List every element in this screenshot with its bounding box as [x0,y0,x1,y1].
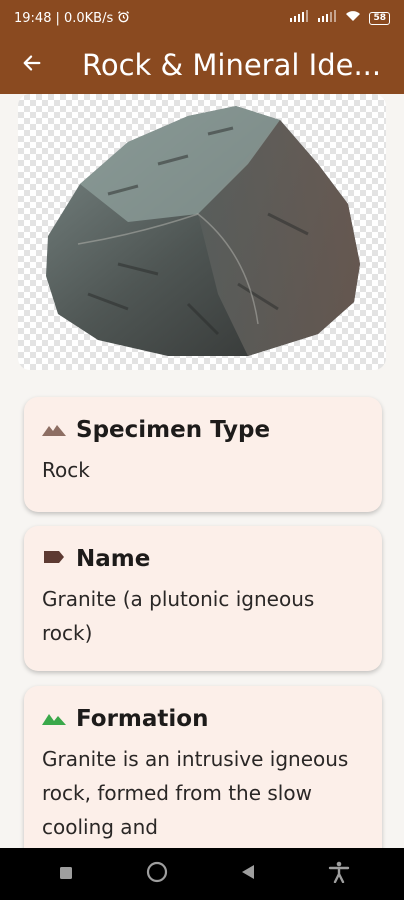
content-scroll[interactable]: Specimen Type Rock Name Granite (a pluto… [0,94,404,848]
signal-icon-2 [317,10,337,26]
battery-icon: 58 [369,11,390,25]
network-speed: | 0.0KB/s [55,10,114,26]
card-title: Name [76,546,151,572]
home-button[interactable] [137,854,177,894]
card-value: Granite (a plutonic igneous rock) [42,587,315,645]
card-specimen-type: Specimen Type Rock [24,397,382,512]
card-header: Specimen Type [42,417,364,443]
status-bar: 19:48 | 0.0KB/s 58 [0,0,404,36]
alarm-icon [117,10,130,27]
card-header: Name [42,546,364,572]
app-title: Rock & Mineral Ide... [82,48,382,82]
card-header: Formation [42,706,364,732]
terrain-icon [42,710,66,729]
card-title: Formation [76,706,209,732]
card-title: Specimen Type [76,417,271,443]
square-icon [59,865,73,884]
accessibility-button[interactable] [319,854,359,894]
status-left: 19:48 | 0.0KB/s [14,10,130,27]
recents-button[interactable] [46,854,86,894]
accessibility-icon [328,861,350,887]
card-formation: Formation Granite is an intrusive igneou… [24,686,382,848]
status-time: 19:48 [14,10,52,26]
status-right: 58 [289,10,390,26]
system-nav-bar [0,848,404,900]
back-button[interactable] [0,36,64,94]
app-bar: Rock & Mineral Ide... [0,36,404,94]
circle-icon [146,861,168,887]
card-value: Rock [42,458,90,482]
rock-image [46,106,360,356]
wifi-icon [345,10,361,26]
triangle-back-icon [241,864,255,884]
signal-icon [289,10,309,26]
card-value: Granite is an intrusive igneous rock, fo… [42,747,349,839]
back-nav-button[interactable] [228,854,268,894]
label-tag-icon [42,549,66,569]
back-arrow-icon [21,52,43,78]
card-name: Name Granite (a plutonic igneous rock) [24,526,382,671]
specimen-image [18,94,386,370]
mountain-icon [42,421,66,440]
